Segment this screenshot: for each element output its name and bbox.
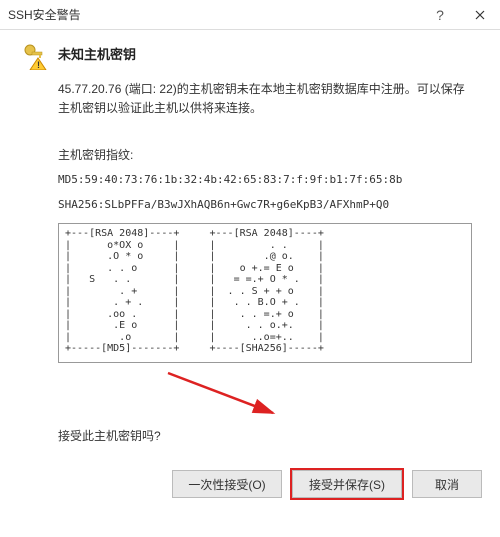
svg-text:!: ! bbox=[37, 60, 40, 70]
help-button[interactable]: ? bbox=[420, 0, 460, 30]
button-row: 一次性接受(O) 接受并保存(S) 取消 bbox=[0, 470, 500, 508]
confirm-question: 接受此主机密钥吗? bbox=[58, 427, 476, 444]
accept-save-button[interactable]: 接受并保存(S) bbox=[292, 470, 402, 498]
annotation-arrow bbox=[58, 363, 476, 423]
dialog-heading: 未知主机密钥 bbox=[58, 42, 136, 70]
warning-key-icon: ! bbox=[20, 42, 48, 70]
md5-fingerprint: MD5:59:40:73:76:1b:32:4b:42:65:83:7:f:9f… bbox=[58, 173, 476, 186]
window-title: SSH安全警告 bbox=[8, 6, 420, 23]
close-button[interactable] bbox=[460, 0, 500, 30]
dialog-content: ! 未知主机密钥 45.77.20.76 (端口: 22)的主机密钥未在本地主机… bbox=[0, 30, 500, 470]
close-icon bbox=[475, 10, 485, 20]
titlebar: SSH安全警告 ? bbox=[0, 0, 500, 30]
dialog-body-text: 45.77.20.76 (端口: 22)的主机密钥未在本地主机密钥数据库中注册。… bbox=[58, 80, 476, 118]
fingerprint-label: 主机密钥指纹: bbox=[58, 146, 476, 163]
ascii-art-box: +---[RSA 2048]----+ +---[RSA 2048]----+ … bbox=[58, 223, 472, 363]
accept-once-button[interactable]: 一次性接受(O) bbox=[172, 470, 282, 498]
cancel-button[interactable]: 取消 bbox=[412, 470, 482, 498]
sha256-fingerprint: SHA256:SLbPFFa/B3wJXhAQB6n+Gwc7R+g6eKpB3… bbox=[58, 198, 476, 211]
